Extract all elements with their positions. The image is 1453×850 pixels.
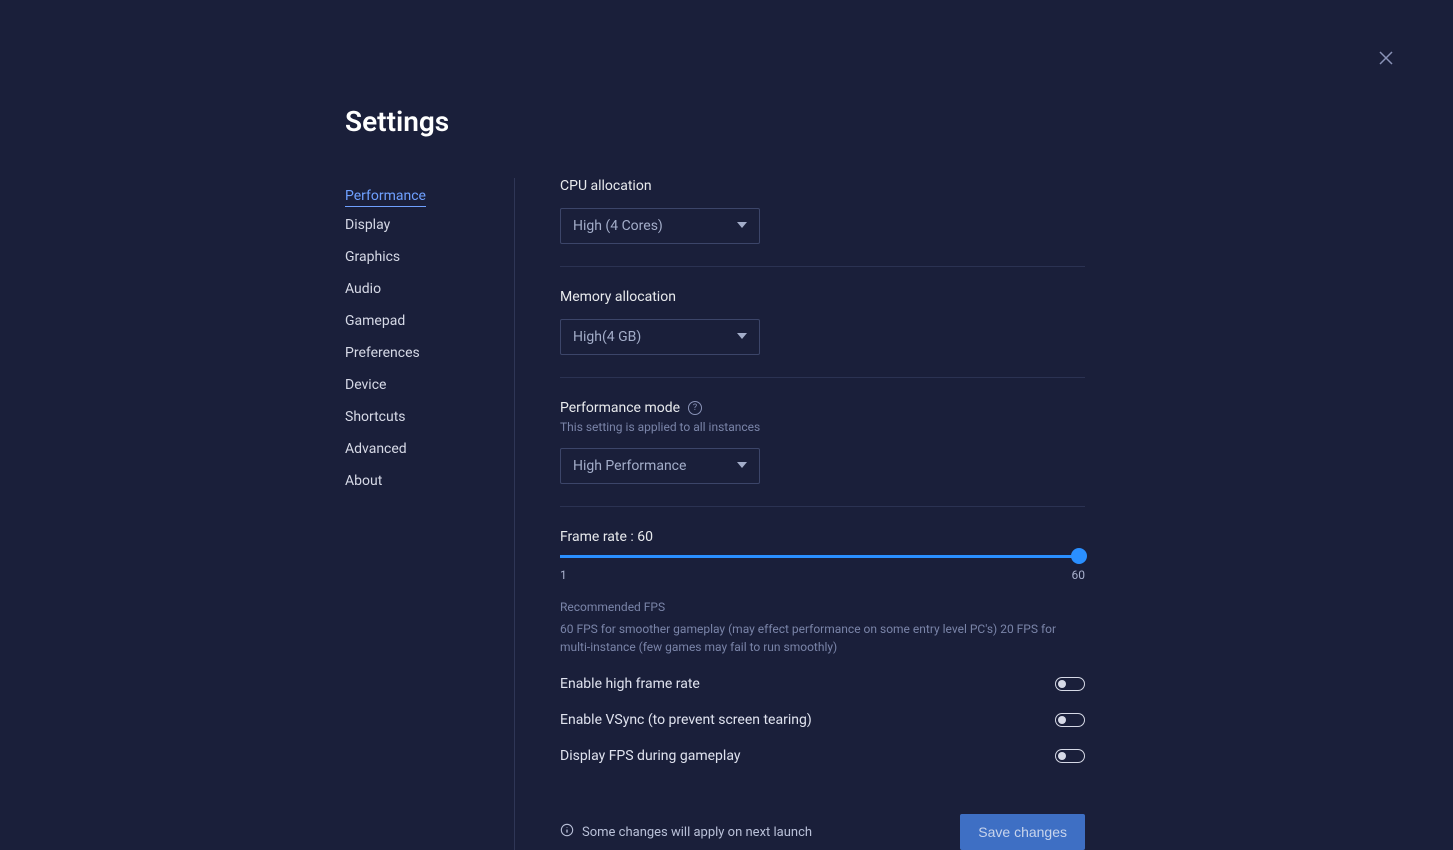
high-frame-rate-label: Enable high frame rate	[560, 676, 700, 692]
settings-content: CPU allocation High (4 Cores) Memory all…	[515, 178, 1085, 850]
cpu-allocation-value: High (4 Cores)	[573, 218, 663, 234]
sidebar-item-shortcuts[interactable]: Shortcuts	[345, 403, 499, 431]
save-changes-button[interactable]: Save changes	[960, 814, 1085, 850]
high-frame-rate-toggle[interactable]	[1055, 677, 1085, 691]
display-fps-label: Display FPS during gameplay	[560, 748, 740, 764]
toggle-knob	[1058, 752, 1066, 760]
performance-mode-value: High Performance	[573, 458, 686, 474]
sidebar-item-gamepad[interactable]: Gamepad	[345, 307, 499, 335]
toggle-knob	[1058, 716, 1066, 724]
settings-sidebar: Performance Display Graphics Audio Gamep…	[345, 178, 515, 850]
toggle-knob	[1058, 680, 1066, 688]
sidebar-item-about[interactable]: About	[345, 467, 499, 495]
frame-rate-slider-thumb[interactable]	[1071, 548, 1087, 564]
sidebar-item-advanced[interactable]: Advanced	[345, 435, 499, 463]
vsync-toggle[interactable]	[1055, 713, 1085, 727]
performance-mode-label: Performance mode ?	[560, 400, 1085, 416]
help-icon[interactable]: ?	[688, 401, 702, 415]
slider-max: 60	[1072, 568, 1086, 582]
chevron-down-icon	[737, 458, 747, 474]
memory-allocation-select[interactable]: High(4 GB)	[560, 319, 760, 355]
sidebar-item-performance[interactable]: Performance	[345, 182, 426, 207]
info-icon	[560, 823, 574, 841]
recommended-fps-title: Recommended FPS	[560, 600, 1085, 614]
chevron-down-icon	[737, 218, 747, 234]
chevron-down-icon	[737, 329, 747, 345]
restart-note-text: Some changes will apply on next launch	[582, 825, 812, 840]
divider	[560, 506, 1085, 507]
sidebar-item-audio[interactable]: Audio	[345, 275, 499, 303]
sidebar-item-preferences[interactable]: Preferences	[345, 339, 499, 367]
performance-mode-subtext: This setting is applied to all instances	[560, 420, 1085, 434]
cpu-allocation-label: CPU allocation	[560, 178, 1085, 194]
frame-rate-slider[interactable]	[560, 555, 1085, 558]
divider	[560, 266, 1085, 267]
vsync-label: Enable VSync (to prevent screen tearing)	[560, 712, 812, 728]
close-icon	[1378, 54, 1394, 70]
display-fps-toggle[interactable]	[1055, 749, 1085, 763]
performance-mode-select[interactable]: High Performance	[560, 448, 760, 484]
sidebar-item-graphics[interactable]: Graphics	[345, 243, 499, 271]
close-button[interactable]	[1378, 50, 1398, 70]
memory-allocation-label: Memory allocation	[560, 289, 1085, 305]
sidebar-item-device[interactable]: Device	[345, 371, 499, 399]
performance-mode-text: Performance mode	[560, 400, 680, 416]
slider-min: 1	[560, 568, 567, 582]
divider	[560, 377, 1085, 378]
cpu-allocation-select[interactable]: High (4 Cores)	[560, 208, 760, 244]
recommended-fps-body: 60 FPS for smoother gameplay (may effect…	[560, 620, 1085, 656]
page-title: Settings	[345, 105, 1453, 138]
restart-note: Some changes will apply on next launch	[560, 823, 812, 841]
sidebar-item-display[interactable]: Display	[345, 211, 499, 239]
memory-allocation-value: High(4 GB)	[573, 329, 641, 345]
frame-rate-label: Frame rate : 60	[560, 529, 1085, 545]
